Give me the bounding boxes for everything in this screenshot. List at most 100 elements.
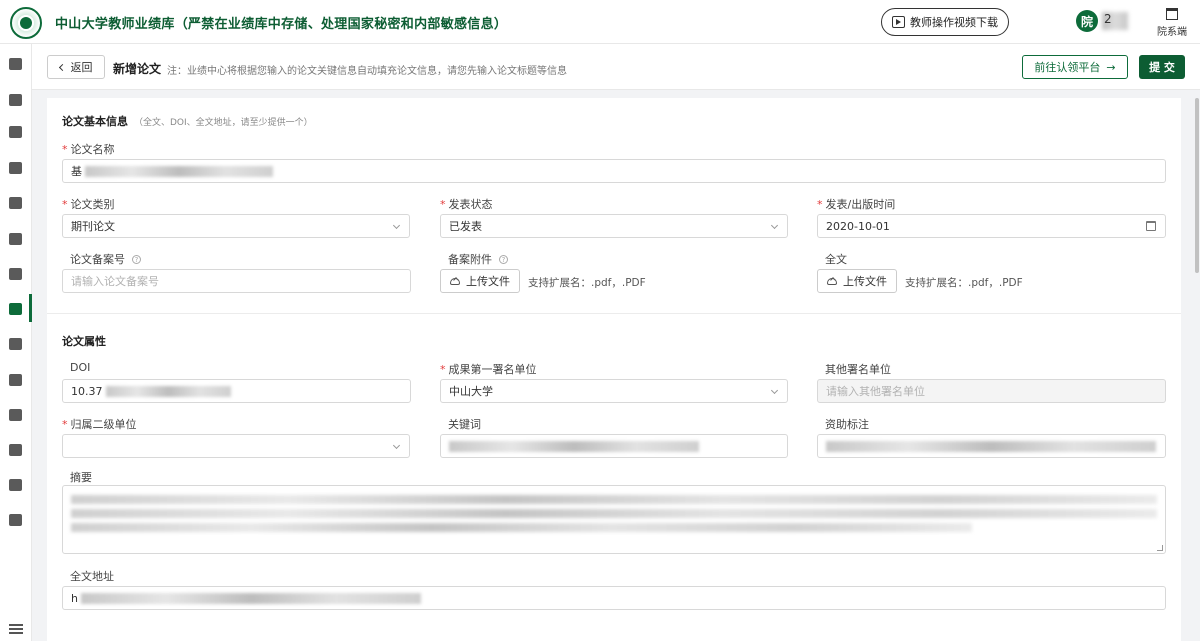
paper-name-label: * 论文名称 — [62, 141, 115, 157]
category-select[interactable]: 期刊论文 — [62, 214, 410, 238]
status-value: 已发表 — [449, 220, 482, 233]
chevron-left-icon — [58, 63, 66, 71]
category-label: * 论文类别 — [62, 196, 115, 212]
video-download-button[interactable]: 教师操作视频下载 — [881, 8, 1009, 36]
submit-button[interactable]: 提 交 — [1139, 55, 1185, 79]
redacted-text — [71, 523, 973, 532]
required-mark: * — [440, 362, 446, 376]
section-title-attributes: 论文属性 — [62, 335, 106, 348]
required-mark: * — [817, 197, 823, 211]
record-no-placeholder: 请输入论文备案号 — [71, 275, 159, 288]
page-toolbar: 返回 新增论文 注：业绩中心将根据您输入的论文关键信息自动填充论文信息，请您先输… — [32, 44, 1200, 90]
back-button[interactable]: 返回 — [47, 55, 105, 79]
other-units-input[interactable]: 请输入其他署名单位 — [817, 379, 1166, 403]
user-icon[interactable] — [9, 126, 22, 138]
attachment-label-text: 备案附件 — [448, 253, 492, 266]
book-icon[interactable] — [9, 162, 22, 174]
doi-input[interactable]: 10.37 — [62, 379, 411, 403]
record-no-label-text: 论文备案号 — [70, 253, 125, 266]
help-icon[interactable]: ? — [499, 254, 508, 264]
fulltext-label: 全文 — [825, 251, 847, 267]
section-title-basic: 论文基本信息 （全文、DOI、全文地址，请至少提供一个） — [62, 113, 313, 129]
upload-cloud-icon — [827, 277, 837, 285]
trophy-icon[interactable] — [9, 444, 22, 456]
status-label: * 发表状态 — [440, 196, 493, 212]
keywords-label: 关键词 — [448, 416, 481, 432]
upload-cloud-icon — [450, 277, 460, 285]
help-icon[interactable]: ? — [132, 254, 141, 264]
secondary-unit-select[interactable] — [62, 434, 410, 458]
redacted-text — [71, 495, 1157, 504]
chevron-down-icon — [770, 386, 779, 395]
arrow-right-icon: → — [1106, 60, 1116, 74]
doi-label-text: DOI — [70, 361, 91, 374]
funding-input[interactable] — [817, 434, 1166, 458]
chevron-down-icon — [392, 221, 401, 230]
app-header: 中山大学教师业绩库（严禁在业绩库中存储、处理国家秘密和内部敏感信息） 教师操作视… — [0, 0, 1200, 44]
other-units-label: 其他署名单位 — [825, 361, 891, 377]
attachment-upload-button[interactable]: 上传文件 — [440, 269, 520, 293]
required-mark: * — [62, 197, 68, 211]
pub-date-value: 2020-10-01 — [826, 219, 890, 233]
first-unit-select[interactable]: 中山大学 — [440, 379, 788, 403]
document-icon[interactable] — [9, 197, 22, 209]
building-icon — [1166, 8, 1178, 20]
scrollbar-thumb[interactable] — [1195, 98, 1199, 273]
first-unit-label: * 成果第一署名单位 — [440, 361, 537, 377]
record-no-input[interactable]: 请输入论文备案号 — [62, 269, 411, 293]
patent-icon[interactable] — [9, 409, 22, 421]
page-note: 注：业绩中心将根据您输入的论文关键信息自动填充论文信息，请您先输入论文标题等信息 — [167, 66, 567, 77]
dept-switch-button[interactable]: 院系端 — [1152, 8, 1192, 38]
redacted-text — [80, 592, 421, 604]
other-units-label-text: 其他署名单位 — [825, 363, 891, 376]
abstract-label-text: 摘要 — [70, 471, 92, 484]
building-icon[interactable] — [9, 94, 22, 106]
bookmark-icon[interactable] — [9, 514, 22, 526]
video-icon — [892, 16, 905, 28]
app-title: 中山大学教师业绩库（严禁在业绩库中存储、处理国家秘密和内部敏感信息） — [55, 17, 508, 32]
required-mark: * — [440, 197, 446, 211]
avatar[interactable]: 院 — [1076, 10, 1098, 32]
pub-date-picker[interactable]: 2020-10-01 — [817, 214, 1166, 238]
funding-label: 资助标注 — [825, 416, 869, 432]
keywords-label-text: 关键词 — [448, 418, 481, 431]
paper-icon[interactable] — [9, 303, 22, 315]
abstract-textarea[interactable] — [62, 485, 1166, 554]
file-stack-icon[interactable] — [9, 374, 22, 386]
section-divider — [47, 313, 1181, 314]
pub-date-label-text: 发表/出版时间 — [825, 198, 896, 211]
dept-switch-label: 院系端 — [1157, 27, 1187, 38]
layers-icon[interactable] — [9, 268, 22, 280]
book-open-icon[interactable] — [9, 338, 22, 350]
user-name[interactable]: 2 — [1104, 12, 1112, 26]
claim-platform-label: 前往认领平台 — [1034, 61, 1101, 74]
medal-icon[interactable] — [9, 233, 22, 245]
back-label: 返回 — [70, 61, 93, 74]
chevron-down-icon — [392, 441, 401, 450]
scrollbar[interactable] — [1194, 98, 1200, 641]
claim-platform-button[interactable]: 前往认领平台 → — [1022, 55, 1128, 79]
doi-label: DOI — [70, 361, 90, 374]
section-title-basic-text: 论文基本信息 — [62, 115, 128, 128]
fulltext-upload-button[interactable]: 上传文件 — [817, 269, 897, 293]
secondary-unit-label-text: 归属二级单位 — [70, 418, 137, 431]
paper-name-input[interactable]: 基 — [62, 159, 1166, 183]
home-icon[interactable] — [9, 58, 22, 70]
resize-handle-icon[interactable] — [1157, 545, 1163, 551]
keywords-input[interactable] — [440, 434, 788, 458]
upload-label: 上传文件 — [843, 275, 887, 288]
redacted-text — [105, 385, 231, 397]
collapse-menu-icon[interactable] — [9, 624, 23, 634]
category-label-text: 论文类别 — [70, 198, 115, 211]
fulltext-url-input[interactable]: h — [62, 586, 1166, 610]
abstract-label: 摘要 — [70, 469, 92, 485]
briefcase-icon[interactable] — [9, 479, 22, 491]
fulltext-url-label-text: 全文地址 — [70, 570, 114, 583]
status-label-text: 发表状态 — [448, 198, 493, 211]
status-select[interactable]: 已发表 — [440, 214, 788, 238]
attachment-label: 备案附件? — [448, 251, 508, 267]
fulltext-ext-note: 支持扩展名：.pdf，.PDF — [905, 277, 1023, 289]
redacted-text — [826, 440, 1156, 452]
fulltext-label-text: 全文 — [825, 253, 847, 266]
first-unit-value: 中山大学 — [449, 385, 493, 398]
